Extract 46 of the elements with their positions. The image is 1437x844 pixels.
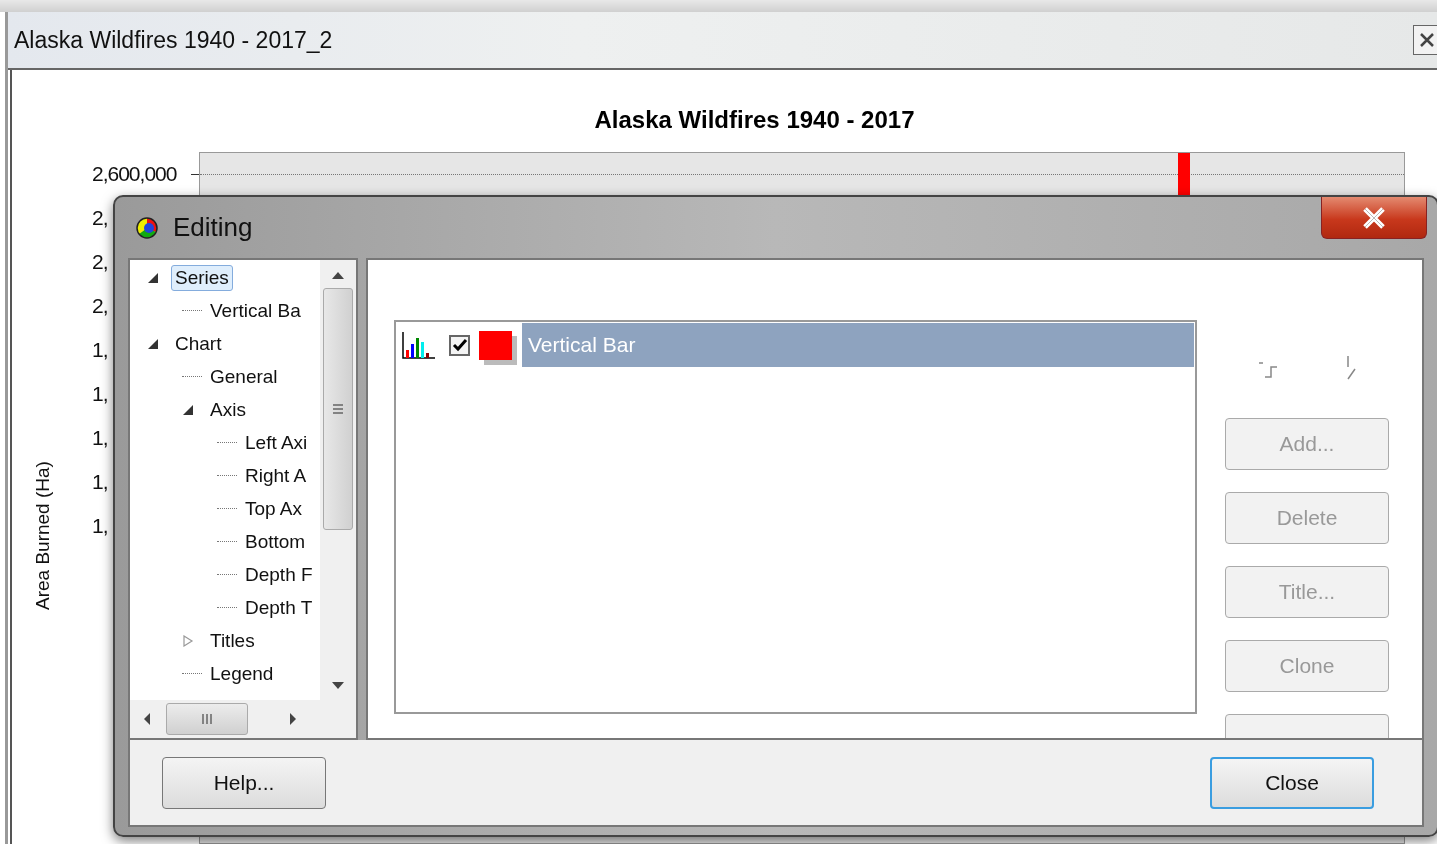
tree-item[interactable]: Depth T: [241, 594, 317, 621]
tree-item[interactable]: General: [206, 363, 282, 390]
axis-label: 1,: [92, 426, 108, 450]
tree-item[interactable]: Series: [171, 264, 233, 291]
scroll-down-icon[interactable]: [331, 680, 345, 690]
axis-label: 2,: [92, 206, 108, 230]
color-wheel-icon: [135, 215, 159, 240]
tree-item[interactable]: Top Ax: [241, 495, 307, 522]
tree-item[interactable]: Titles: [206, 627, 259, 654]
axis-label: 1,: [92, 382, 108, 406]
tree-item[interactable]: Left Axi: [241, 429, 312, 456]
scroll-up-icon[interactable]: [331, 270, 345, 280]
tree-item[interactable]: Bottom: [241, 528, 310, 555]
grip-icon: [200, 713, 214, 725]
collapse-triangle-icon[interactable]: [147, 337, 159, 350]
vertical-scrollbar[interactable]: [320, 260, 356, 700]
chart-title: Alaska Wildfires 1940 - 2017: [593, 105, 916, 135]
tree-item[interactable]: Legend: [206, 660, 278, 687]
axis-label: 2,: [92, 294, 108, 318]
help-button[interactable]: Help...: [162, 756, 326, 809]
axis-label: 1,: [92, 338, 108, 362]
tree-item[interactable]: Chart: [171, 330, 226, 357]
tree-item[interactable]: Axis: [206, 396, 250, 423]
bar-chart-icon: [401, 330, 437, 360]
scroll-left-icon[interactable]: [142, 712, 152, 726]
grip-icon: [332, 402, 344, 416]
window-title: Alaska Wildfires 1940 - 2017_2: [13, 26, 333, 54]
axis-label: 2,600,000: [92, 162, 177, 186]
collapse-triangle-icon[interactable]: [147, 271, 159, 284]
axis-title: Area Burned (Ha): [32, 460, 54, 610]
axis-label: 1,: [92, 470, 108, 494]
tree-item[interactable]: Right A: [241, 462, 311, 489]
close-icon[interactable]: [1413, 25, 1437, 55]
dialog-title: Editing: [173, 212, 253, 243]
close-button[interactable]: Close: [1210, 756, 1374, 809]
scroll-right-icon[interactable]: [288, 712, 298, 726]
expand-triangle-icon[interactable]: [182, 634, 194, 647]
close-button[interactable]: [1321, 197, 1427, 239]
tree-item[interactable]: Vertical Ba: [206, 297, 305, 324]
close-icon: [1360, 205, 1388, 230]
axis-label: 1,: [92, 514, 108, 538]
axis-label: 2,: [92, 250, 108, 274]
collapse-triangle-icon[interactable]: [182, 403, 194, 416]
tree-item[interactable]: Depth F: [241, 561, 317, 588]
checkbox[interactable]: [449, 334, 470, 356]
horizontal-scrollbar[interactable]: [130, 700, 356, 738]
